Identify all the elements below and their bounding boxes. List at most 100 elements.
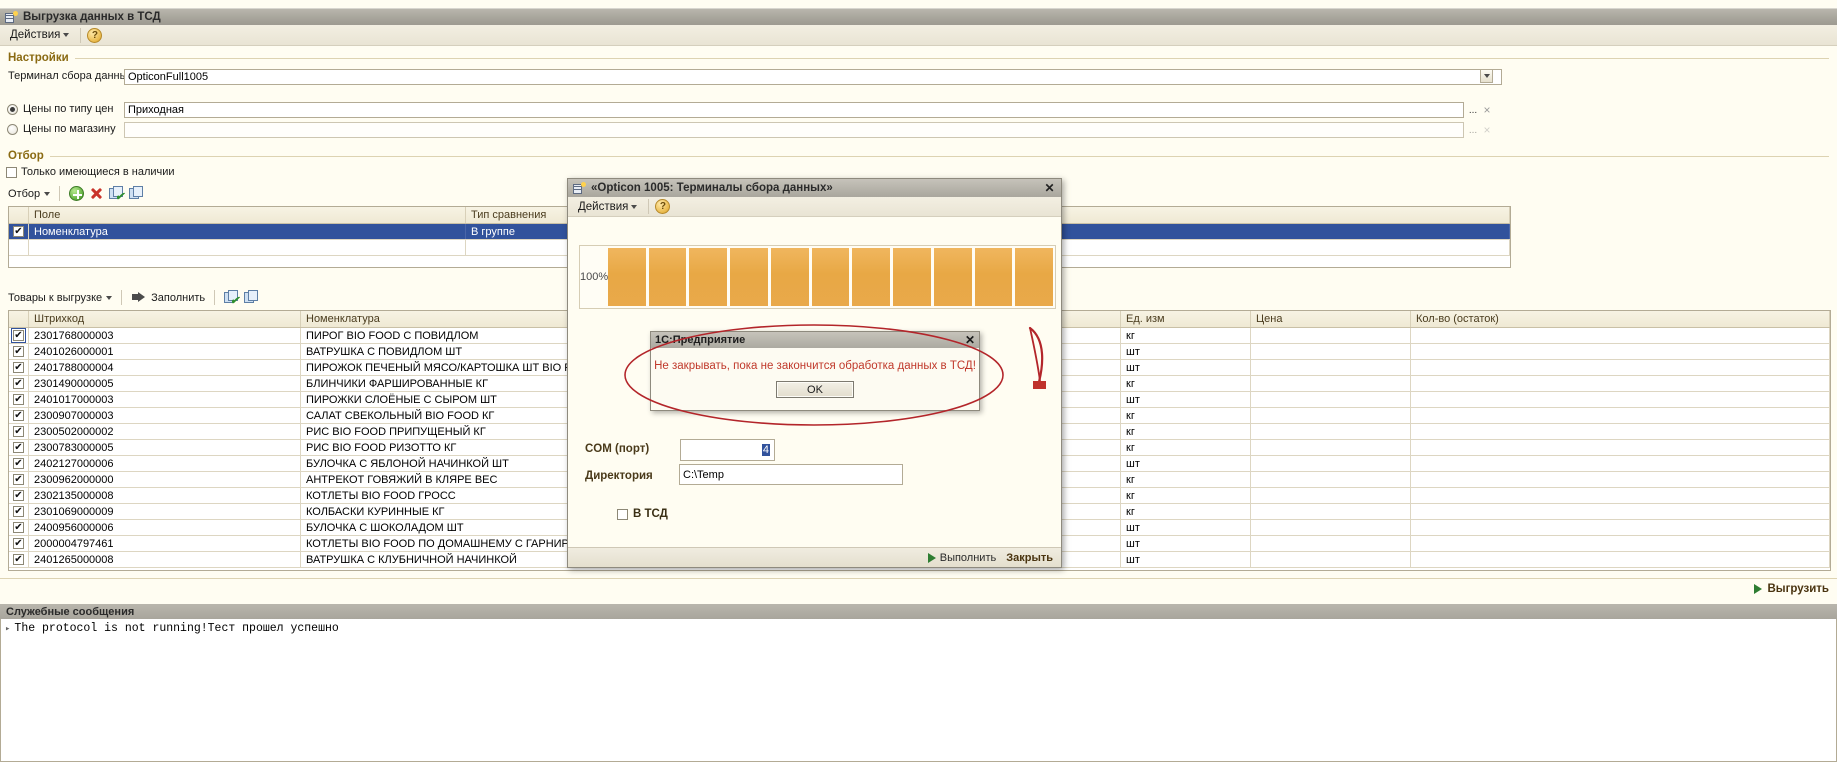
- row-checkbox[interactable]: ✔: [13, 538, 24, 549]
- goods-row-checkbox-cell[interactable]: ✔: [9, 520, 29, 535]
- goods-col-unit[interactable]: Ед. изм: [1121, 311, 1251, 327]
- progress-segment: [689, 248, 728, 306]
- goods-menu-button[interactable]: Товары к выгрузке: [8, 292, 113, 304]
- settings-section-title: Настройки: [8, 52, 69, 64]
- uncheck-all-icon[interactable]: [129, 186, 144, 201]
- price-shop-clear-button[interactable]: ×: [1480, 122, 1494, 138]
- goods-col-price[interactable]: Цена: [1251, 311, 1411, 327]
- close-button[interactable]: Закрыть: [1006, 552, 1053, 564]
- close-icon[interactable]: ✕: [965, 333, 975, 347]
- price-type-select-button[interactable]: ...: [1466, 102, 1480, 118]
- goods-row-checkbox-cell[interactable]: ✔: [9, 408, 29, 423]
- chevron-down-icon: [106, 295, 113, 300]
- to-tsd-row[interactable]: В ТСД: [617, 508, 668, 520]
- goods-row-checkbox-cell[interactable]: ✔: [9, 472, 29, 487]
- add-row-icon[interactable]: [69, 186, 85, 201]
- price-by-type-radio[interactable]: [7, 103, 18, 115]
- price-by-type-radio-row[interactable]: Цены по типу цен: [7, 103, 114, 115]
- goods-cell-unit: шт: [1121, 392, 1251, 407]
- goods-row-checkbox-cell[interactable]: ✔: [9, 424, 29, 439]
- uncheck-all-goods-icon[interactable]: [244, 290, 259, 305]
- com-port-input[interactable]: 4: [680, 439, 775, 461]
- delete-row-icon[interactable]: [89, 186, 104, 201]
- goods-row-checkbox-cell[interactable]: ✔: [9, 552, 29, 567]
- opticon-actions-menu-button[interactable]: Действия: [573, 199, 642, 215]
- goods-toolbar: Товары к выгрузке Заполнить ✔: [8, 290, 259, 307]
- upload-button[interactable]: Выгрузить: [1767, 583, 1829, 595]
- fill-button-label[interactable]: Заполнить: [151, 292, 205, 304]
- to-tsd-checkbox[interactable]: [617, 508, 628, 520]
- goods-cell-qty: [1411, 424, 1830, 439]
- price-type-clear-button[interactable]: ×: [1480, 102, 1494, 118]
- price-shop-select-button[interactable]: ...: [1466, 122, 1480, 138]
- goods-row-checkbox-cell[interactable]: ✔: [9, 360, 29, 375]
- filter-row-checkbox-cell[interactable]: ✔: [9, 224, 29, 239]
- check-all-goods-icon[interactable]: ✔: [224, 290, 239, 307]
- opticon-dialog-titlebar[interactable]: «Opticon 1005: Терминалы сбора данных» ✕: [568, 179, 1061, 197]
- goods-cell-price: [1251, 472, 1411, 487]
- form-window-icon: [4, 10, 18, 24]
- row-checkbox[interactable]: ✔: [13, 554, 24, 565]
- directory-input[interactable]: C:\Temp: [679, 464, 903, 485]
- row-checkbox[interactable]: ✔: [13, 394, 24, 405]
- row-checkbox[interactable]: ✔: [13, 378, 24, 389]
- goods-cell-barcode: 2301069000009: [29, 504, 301, 519]
- check-all-icon[interactable]: ✔: [109, 186, 124, 203]
- price-type-input[interactable]: Приходная: [124, 102, 1464, 118]
- goods-row-checkbox-cell[interactable]: ✔: [9, 488, 29, 503]
- goods-cell-barcode: 2402127000006: [29, 456, 301, 471]
- only-in-stock-checkbox[interactable]: [6, 166, 17, 178]
- goods-row-checkbox-cell[interactable]: ✔: [9, 392, 29, 407]
- goods-cell-qty: [1411, 440, 1830, 455]
- goods-row-checkbox-cell[interactable]: ✔: [9, 344, 29, 359]
- row-checkbox[interactable]: ✔: [13, 458, 24, 469]
- goods-cell-price: [1251, 504, 1411, 519]
- row-checkbox[interactable]: ✔: [13, 362, 24, 373]
- filter-menu-button[interactable]: Отбор: [8, 188, 51, 200]
- row-checkbox[interactable]: ✔: [13, 410, 24, 421]
- row-checkbox[interactable]: ✔: [13, 426, 24, 437]
- terminal-dropdown-arrow[interactable]: [1480, 69, 1493, 83]
- message-box[interactable]: 1С:Предприятие ✕ Не закрывать, пока не з…: [650, 331, 980, 411]
- goods-row-checkbox-cell[interactable]: ✔: [9, 504, 29, 519]
- row-checkbox[interactable]: ✔: [13, 226, 24, 237]
- goods-cell-qty: [1411, 504, 1830, 519]
- goods-row-checkbox-cell[interactable]: ✔: [9, 376, 29, 391]
- goods-row-checkbox-cell[interactable]: ✔: [9, 440, 29, 455]
- help-icon[interactable]: ?: [655, 199, 671, 214]
- close-icon[interactable]: ✕: [1042, 181, 1057, 195]
- actions-menu-button[interactable]: Действия: [5, 27, 74, 43]
- row-checkbox[interactable]: ✔: [13, 490, 24, 501]
- goods-row-checkbox-cell[interactable]: ✔: [9, 536, 29, 551]
- row-checkbox[interactable]: ✔: [13, 506, 24, 517]
- terminal-select-value: OpticonFull1005: [128, 71, 209, 83]
- row-checkbox[interactable]: ✔: [13, 442, 24, 453]
- goods-row-checkbox-cell[interactable]: ✔: [9, 456, 29, 471]
- ok-button[interactable]: OK: [776, 381, 854, 398]
- price-by-shop-radio-row[interactable]: Цены по магазину: [7, 123, 116, 135]
- goods-cell-barcode: 2401026000001: [29, 344, 301, 359]
- row-checkbox[interactable]: ✔: [11, 328, 26, 343]
- price-by-shop-radio[interactable]: [7, 123, 18, 135]
- main-window-titlebar[interactable]: Выгрузка данных в ТСД: [0, 8, 1837, 25]
- row-checkbox[interactable]: ✔: [13, 522, 24, 533]
- progress-segment: [933, 248, 972, 306]
- help-icon[interactable]: ?: [87, 27, 103, 43]
- row-checkbox[interactable]: ✔: [13, 346, 24, 357]
- message-box-titlebar[interactable]: 1С:Предприятие ✕: [651, 332, 979, 348]
- row-checkbox[interactable]: ✔: [13, 474, 24, 485]
- price-shop-input[interactable]: [124, 122, 1464, 138]
- filter-col-field[interactable]: Поле: [29, 207, 466, 223]
- goods-cell-barcode: 2302135000008: [29, 488, 301, 503]
- goods-col-qty[interactable]: Кол-во (остаток): [1411, 311, 1830, 327]
- service-messages-body[interactable]: ▸ The protocol is not running!Тест проше…: [0, 619, 1837, 762]
- fill-arrow-icon[interactable]: [131, 290, 146, 305]
- execute-button[interactable]: Выполнить: [927, 552, 996, 564]
- chevron-down-icon: [63, 33, 70, 37]
- goods-col-barcode[interactable]: Штрихкод: [29, 311, 301, 327]
- terminal-select[interactable]: OpticonFull1005: [124, 69, 1502, 85]
- goods-row-checkbox-cell[interactable]: ✔: [9, 328, 29, 343]
- filter-section-title: Отбор: [8, 150, 44, 162]
- only-in-stock-row[interactable]: Только имеющиеся в наличии: [6, 166, 175, 178]
- goods-cell-qty: [1411, 392, 1830, 407]
